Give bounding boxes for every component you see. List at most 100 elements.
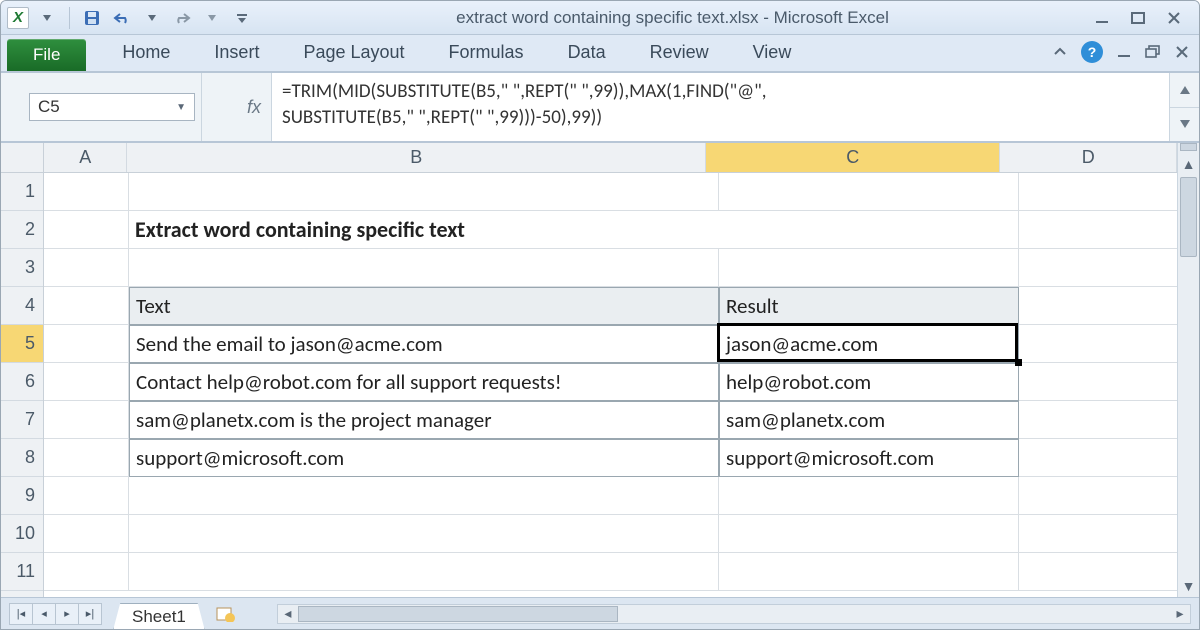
cell-B8[interactable]: support@microsoft.com [129,439,719,477]
save-button[interactable] [80,6,104,30]
scroll-left-button[interactable]: ◂ [278,605,298,622]
undo-dropdown-icon[interactable] [140,6,164,30]
cell-C9[interactable] [719,477,1019,515]
tab-view[interactable]: View [731,36,814,71]
row-header-5[interactable]: 5 [1,325,43,363]
qat-customize-icon[interactable] [230,6,254,30]
cell-A7[interactable] [44,401,129,439]
cell-A5[interactable] [44,325,129,363]
file-tab[interactable]: File [7,39,86,71]
redo-dropdown-icon[interactable] [200,6,224,30]
tab-page-layout[interactable]: Page Layout [281,36,426,71]
formula-scroll-up-icon[interactable] [1170,73,1199,108]
scroll-right-button[interactable]: ▸ [1170,605,1190,622]
cell-D8[interactable] [1019,439,1177,477]
cell-D9[interactable] [1019,477,1177,515]
row-header-10[interactable]: 10 [1,515,43,553]
cell-C2[interactable] [719,211,1019,249]
help-button[interactable]: ? [1081,41,1103,63]
name-box[interactable]: C5 ▼ [29,93,195,121]
cell-C8[interactable]: support@microsoft.com [719,439,1019,477]
sheet-nav-first-button[interactable]: |◂ [9,603,33,625]
tab-data[interactable]: Data [546,36,628,71]
horizontal-scroll-thumb[interactable] [298,606,618,622]
cell-B11[interactable] [129,553,719,591]
row-header-2[interactable]: 2 [1,211,43,249]
cell-A10[interactable] [44,515,129,553]
cell-B10[interactable] [129,515,719,553]
cell-C3[interactable] [719,249,1019,287]
formula-scroll-down-icon[interactable] [1170,108,1199,142]
cell-D6[interactable] [1019,363,1177,401]
cell-B4[interactable]: Text [129,287,719,325]
cell-B9[interactable] [129,477,719,515]
name-box-dropdown-icon[interactable]: ▼ [176,102,186,113]
minimize-button[interactable] [1091,9,1113,27]
column-header-D[interactable]: D [1000,143,1177,172]
sheet-nav-next-button[interactable]: ▸ [55,603,79,625]
formula-input[interactable]: =TRIM(MID(SUBSTITUTE(B5," ",REPT(" ",99)… [271,73,1169,141]
sheet-nav-prev-button[interactable]: ◂ [32,603,56,625]
select-all-corner[interactable] [1,143,44,173]
cell-A8[interactable] [44,439,129,477]
split-handle[interactable] [1180,143,1197,151]
redo-button[interactable] [170,6,194,30]
cell-C10[interactable] [719,515,1019,553]
cell-D7[interactable] [1019,401,1177,439]
cells-area[interactable]: Extract word containing specific textTex… [44,173,1177,597]
cell-A3[interactable] [44,249,129,287]
horizontal-scrollbar[interactable]: ◂ ▸ [277,604,1191,624]
workbook-close-icon[interactable] [1175,45,1189,59]
qat-dropdown-icon[interactable] [35,6,59,30]
cell-C6[interactable]: help@robot.com [719,363,1019,401]
cell-B3[interactable] [129,249,719,287]
row-header-4[interactable]: 4 [1,287,43,325]
horizontal-scroll-track[interactable] [298,605,1170,623]
row-header-6[interactable]: 6 [1,363,43,401]
cell-D10[interactable] [1019,515,1177,553]
worksheet-grid[interactable]: ABCD 1234567891011 Extract word containi… [1,143,1199,597]
cell-D5[interactable] [1019,325,1177,363]
cell-C11[interactable] [719,553,1019,591]
cell-C5[interactable]: jason@acme.com [719,325,1019,363]
row-header-3[interactable]: 3 [1,249,43,287]
cell-C7[interactable]: sam@planetx.com [719,401,1019,439]
cell-D2[interactable] [1019,211,1177,249]
cell-A2[interactable] [44,211,129,249]
cell-A4[interactable] [44,287,129,325]
workbook-restore-icon[interactable] [1145,45,1161,59]
row-header-11[interactable]: 11 [1,553,43,591]
cell-C1[interactable] [719,173,1019,211]
cell-A6[interactable] [44,363,129,401]
cell-A1[interactable] [44,173,129,211]
sheet-tab-sheet1[interactable]: Sheet1 [113,603,205,630]
cell-B5[interactable]: Send the email to jason@acme.com [129,325,719,363]
cell-D1[interactable] [1019,173,1177,211]
cell-D3[interactable] [1019,249,1177,287]
column-header-B[interactable]: B [127,143,706,172]
fx-label-icon[interactable]: fx [201,73,271,141]
scroll-down-button[interactable]: ▼ [1178,575,1199,597]
sheet-nav-last-button[interactable]: ▸| [78,603,102,625]
row-header-8[interactable]: 8 [1,439,43,477]
tab-formulas[interactable]: Formulas [427,36,546,71]
column-header-C[interactable]: C [706,143,1000,172]
vertical-scroll-thumb[interactable] [1180,177,1197,257]
close-button[interactable] [1163,9,1185,27]
cell-D4[interactable] [1019,287,1177,325]
cell-C4[interactable]: Result [719,287,1019,325]
tab-review[interactable]: Review [628,36,731,71]
vertical-scrollbar[interactable]: ▲ ▼ [1177,143,1199,597]
tab-home[interactable]: Home [100,36,192,71]
row-header-7[interactable]: 7 [1,401,43,439]
cell-D11[interactable] [1019,553,1177,591]
cell-B7[interactable]: sam@planetx.com is the project manager [129,401,719,439]
tab-insert[interactable]: Insert [192,36,281,71]
row-header-1[interactable]: 1 [1,173,43,211]
cell-A9[interactable] [44,477,129,515]
cell-A11[interactable] [44,553,129,591]
workbook-minimize-icon[interactable] [1117,45,1131,59]
ribbon-minimize-icon[interactable] [1053,46,1067,58]
column-header-A[interactable]: A [44,143,127,172]
cell-B1[interactable] [129,173,719,211]
